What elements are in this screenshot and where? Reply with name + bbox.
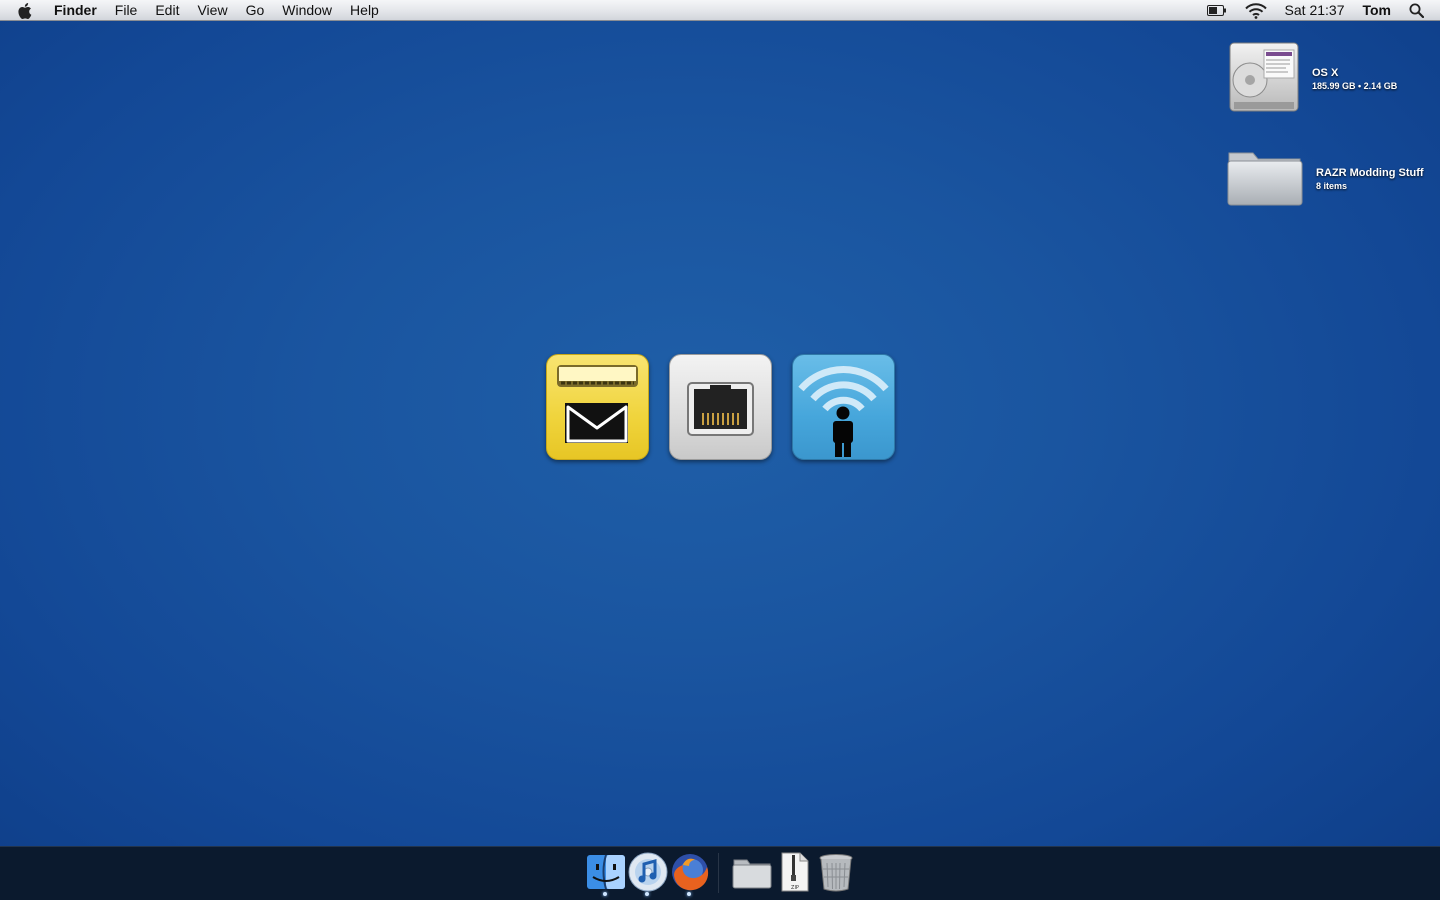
running-indicator (687, 892, 691, 896)
desktop-item-name: OS X (1312, 66, 1339, 79)
desktop-item-info: OS X 185.99 GB • 2.14 GB (1312, 67, 1397, 93)
apple-menu-icon[interactable] (18, 2, 34, 20)
firefox-icon[interactable] (669, 851, 711, 893)
dock: ZIP (0, 846, 1440, 900)
desktop-item-info: RAZR Modding Stuff 8 items (1316, 167, 1424, 193)
user-menu[interactable]: Tom (1362, 0, 1391, 21)
menu-help[interactable]: Help (341, 0, 388, 21)
desktop-item-razr-modding-stuff[interactable]: RAZR Modding Stuff 8 items (1226, 145, 1424, 214)
desktop-item-os-x[interactable]: OS X 185.99 GB • 2.14 GB (1228, 40, 1397, 119)
folder-icon[interactable] (731, 851, 773, 893)
clock[interactable]: Sat 21:37 (1285, 0, 1345, 21)
ethernet-icon[interactable] (669, 354, 772, 460)
menu-bar-left: Finder File Edit View Go Window Help (18, 0, 388, 21)
app-menu-finder[interactable]: Finder (54, 0, 106, 21)
battery-icon[interactable] (1206, 5, 1227, 16)
finder-icon[interactable] (585, 851, 627, 893)
menu-bar: Finder File Edit View Go Window Help Sat… (0, 0, 1440, 21)
menu-go[interactable]: Go (237, 0, 274, 21)
dock-separator (718, 853, 719, 893)
menu-view[interactable]: View (188, 0, 236, 21)
center-icon-group (546, 354, 895, 460)
wifi-icon[interactable] (1244, 2, 1267, 19)
desktop-item-detail: 8 items (1316, 180, 1348, 191)
hard-drive-icon[interactable] (1228, 40, 1300, 119)
folder-icon[interactable] (1226, 145, 1304, 214)
zip-label: ZIP (791, 885, 799, 891)
running-indicator (645, 892, 649, 896)
desktop-item-detail: 185.99 GB • 2.14 GB (1312, 80, 1398, 91)
trash-icon[interactable] (815, 851, 857, 893)
menu-bar-right: Sat 21:37 Tom (1189, 0, 1424, 21)
menu-file[interactable]: File (106, 0, 147, 21)
desktop-item-name: RAZR Modding Stuff (1316, 166, 1424, 179)
menu-edit[interactable]: Edit (146, 0, 188, 21)
zip-file-icon[interactable]: ZIP (773, 851, 815, 893)
menu-window[interactable]: Window (273, 0, 341, 21)
wifi-person-icon[interactable] (792, 354, 895, 460)
spotlight-icon[interactable] (1409, 3, 1424, 18)
mail-icon[interactable] (546, 354, 649, 460)
itunes-icon[interactable] (627, 851, 669, 893)
running-indicator (603, 892, 607, 896)
